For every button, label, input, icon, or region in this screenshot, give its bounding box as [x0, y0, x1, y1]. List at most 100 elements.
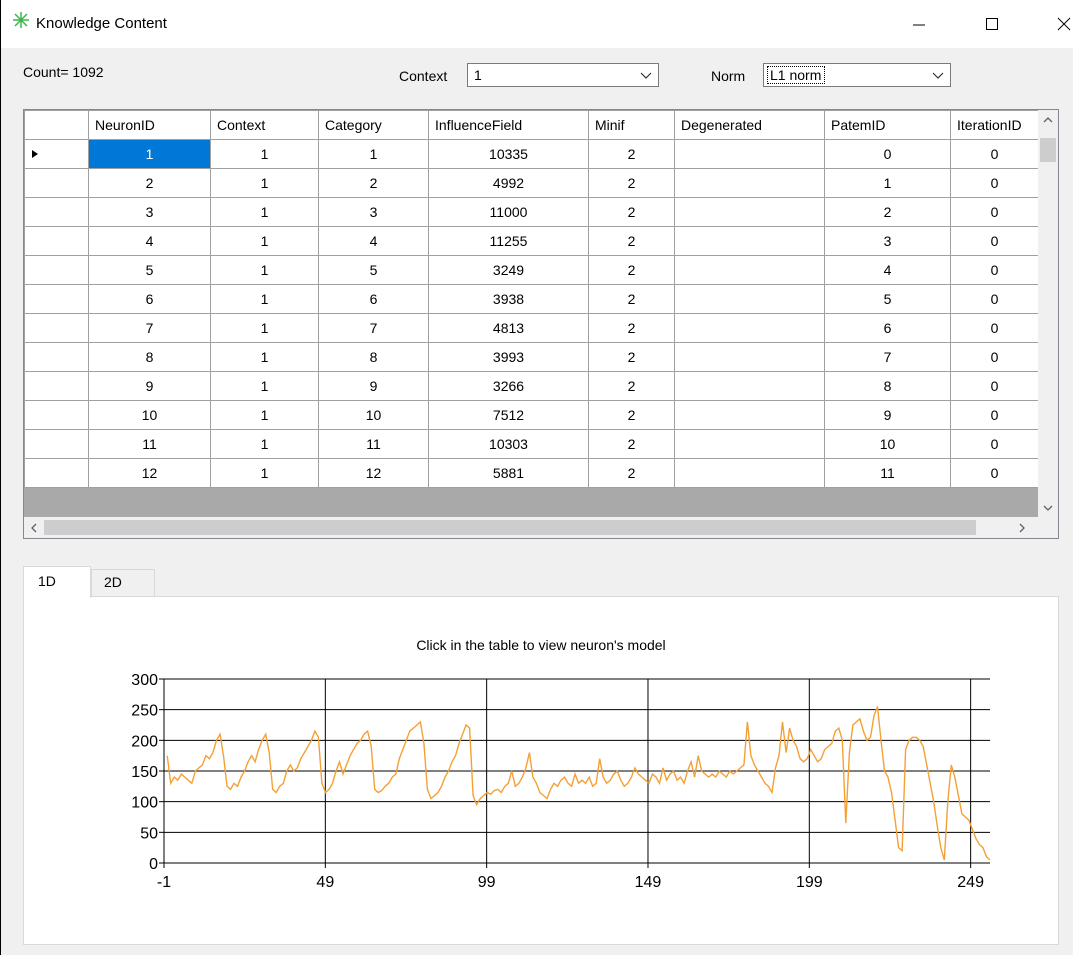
table-cell[interactable]: 0 [950, 197, 1039, 227]
table-cell[interactable]: 10 [318, 400, 429, 430]
table-cell[interactable]: 2 [588, 371, 675, 401]
table-cell[interactable]: 2 [88, 168, 211, 198]
table-cell[interactable]: 0 [950, 226, 1039, 256]
table-row[interactable]: 12 1 12 5881 2 11 0 [24, 458, 1039, 488]
table-cell[interactable]: 4 [824, 255, 951, 285]
table-cell[interactable]: 6 [824, 313, 951, 343]
table-cell[interactable]: 5 [318, 255, 429, 285]
table-cell[interactable]: 7 [88, 313, 211, 343]
row-header[interactable] [24, 400, 89, 430]
table-cell[interactable] [674, 458, 825, 488]
norm-select[interactable]: L1 norm [763, 63, 951, 87]
table-cell[interactable]: 1 [210, 429, 319, 459]
column-header[interactable]: InfluenceField [428, 110, 589, 140]
table-cell[interactable]: 1 [210, 197, 319, 227]
table-cell[interactable]: 1 [824, 168, 951, 198]
row-header[interactable] [24, 429, 89, 459]
table-cell[interactable]: 0 [950, 342, 1039, 372]
column-header[interactable]: IterationID [950, 110, 1039, 140]
table-cell[interactable] [674, 284, 825, 314]
table-cell[interactable]: 3993 [428, 342, 589, 372]
table-cell[interactable]: 4 [318, 226, 429, 256]
table-cell[interactable]: 9 [824, 400, 951, 430]
table-cell[interactable] [674, 168, 825, 198]
row-header[interactable] [24, 197, 89, 227]
table-cell[interactable]: 2 [318, 168, 429, 198]
table-cell[interactable]: 3938 [428, 284, 589, 314]
column-header[interactable]: NeuronID [88, 110, 211, 140]
table-cell[interactable]: 0 [950, 139, 1039, 169]
table-row[interactable]: 7 1 7 4813 2 6 0 [24, 313, 1039, 343]
table-cell[interactable]: 3 [88, 197, 211, 227]
table-cell[interactable] [674, 313, 825, 343]
table-cell[interactable]: 6 [318, 284, 429, 314]
table-cell[interactable]: 2 [588, 226, 675, 256]
table-cell[interactable]: 11000 [428, 197, 589, 227]
table-cell[interactable]: 1 [210, 400, 319, 430]
row-header[interactable] [24, 284, 89, 314]
table-row[interactable]: 11 1 11 10303 2 10 0 [24, 429, 1039, 459]
neuron-data-grid[interactable]: NeuronID Context Category InfluenceField Min… [24, 110, 1039, 488]
column-header[interactable]: Degenerated [674, 110, 825, 140]
table-cell[interactable]: 0 [950, 168, 1039, 198]
table-cell[interactable]: 11 [88, 429, 211, 459]
table-cell[interactable]: 10303 [428, 429, 589, 459]
table-cell[interactable]: 1 [210, 342, 319, 372]
table-cell[interactable]: 2 [588, 284, 675, 314]
row-header[interactable] [24, 255, 89, 285]
table-cell[interactable]: 2 [588, 400, 675, 430]
table-cell[interactable]: 12 [88, 458, 211, 488]
table-cell[interactable]: 0 [950, 429, 1039, 459]
table-cell[interactable]: 12 [318, 458, 429, 488]
context-select[interactable]: 1 [467, 63, 659, 87]
table-cell[interactable]: 0 [950, 400, 1039, 430]
table-cell[interactable]: 8 [824, 371, 951, 401]
table-cell[interactable]: 0 [950, 255, 1039, 285]
column-header[interactable]: Category [318, 110, 429, 140]
row-header[interactable] [24, 458, 89, 488]
table-row[interactable]: 5 1 5 3249 2 4 0 [24, 255, 1039, 285]
table-cell[interactable]: 10335 [428, 139, 589, 169]
table-cell[interactable]: 0 [950, 284, 1039, 314]
row-header[interactable] [24, 313, 89, 343]
table-cell[interactable]: 1 [210, 168, 319, 198]
row-header[interactable] [24, 371, 89, 401]
table-row[interactable]: 10 1 10 7512 2 9 0 [24, 400, 1039, 430]
table-cell[interactable]: 2 [588, 139, 675, 169]
column-header[interactable]: Context [210, 110, 319, 140]
table-cell[interactable]: 2 [824, 197, 951, 227]
table-cell[interactable]: 1 [210, 226, 319, 256]
table-cell[interactable]: 10 [824, 429, 951, 459]
table-cell[interactable]: 2 [588, 429, 675, 459]
table-cell[interactable]: 8 [88, 342, 211, 372]
table-cell[interactable]: 3266 [428, 371, 589, 401]
table-cell[interactable]: 0 [950, 313, 1039, 343]
table-cell[interactable]: 2 [588, 255, 675, 285]
table-cell[interactable]: 3 [824, 226, 951, 256]
table-cell[interactable] [674, 197, 825, 227]
table-cell[interactable] [674, 255, 825, 285]
table-cell[interactable]: 5 [824, 284, 951, 314]
table-cell[interactable]: 5 [88, 255, 211, 285]
table-cell[interactable]: 4 [88, 226, 211, 256]
table-cell[interactable]: 2 [588, 458, 675, 488]
vertical-scroll-thumb[interactable] [1040, 138, 1056, 162]
table-cell[interactable] [674, 139, 825, 169]
table-cell[interactable] [674, 400, 825, 430]
table-cell[interactable]: 0 [824, 139, 951, 169]
table-cell[interactable]: 1 [210, 255, 319, 285]
minimize-button[interactable] [896, 8, 942, 40]
table-cell[interactable]: 7 [318, 313, 429, 343]
table-row[interactable]: 6 1 6 3938 2 5 0 [24, 284, 1039, 314]
row-header[interactable] [24, 226, 89, 256]
tab-2d[interactable]: 2D [91, 569, 155, 596]
table-cell[interactable]: 11 [318, 429, 429, 459]
table-cell[interactable]: 2 [588, 313, 675, 343]
table-row[interactable]: 1 1 1 10335 2 0 0 [24, 139, 1039, 169]
table-cell[interactable]: 2 [588, 197, 675, 227]
table-cell[interactable]: 3249 [428, 255, 589, 285]
table-cell[interactable]: 1 [88, 139, 211, 169]
table-row[interactable]: 2 1 2 4992 2 1 0 [24, 168, 1039, 198]
table-cell[interactable] [674, 342, 825, 372]
maximize-button[interactable] [969, 8, 1015, 40]
